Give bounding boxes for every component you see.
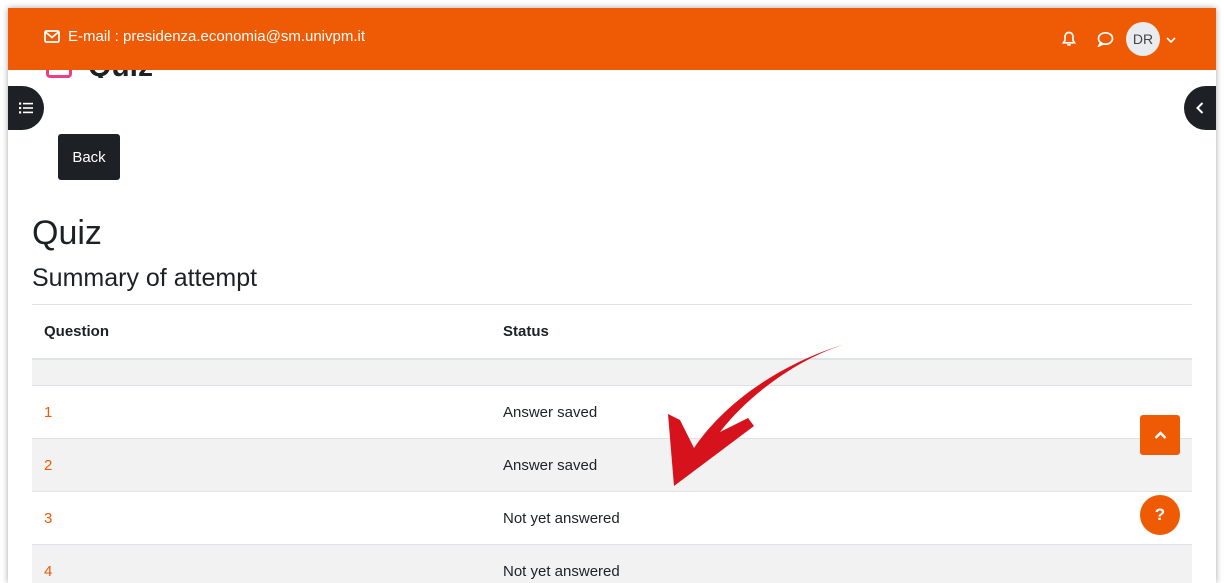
table-header-row: Question Status — [32, 304, 1192, 360]
list-icon — [19, 102, 33, 114]
table-row: 4 Not yet answered — [32, 544, 1192, 583]
browser-frame: E-mail : presidenza.economia@sm.univpm.i… — [8, 8, 1216, 583]
question-status: Not yet answered — [491, 491, 1192, 545]
page-title: Quiz — [32, 214, 102, 252]
bell-icon[interactable] — [1058, 28, 1080, 50]
annotation-arrow-icon — [668, 342, 852, 486]
question-link[interactable]: 1 — [44, 404, 52, 421]
attempt-summary-table: Question Status 1 Answer saved 2 Answer … — [32, 304, 1192, 583]
table-row: 3 Not yet answered — [32, 491, 1192, 545]
top-navbar: E-mail : presidenza.economia@sm.univpm.i… — [8, 8, 1216, 70]
course-index-toggle[interactable] — [8, 86, 44, 130]
back-to-top-button[interactable] — [1140, 415, 1180, 455]
chevron-up-icon — [1154, 431, 1166, 439]
table-row: 2 Answer saved — [32, 438, 1192, 492]
contact-email[interactable]: E-mail : presidenza.economia@sm.univpm.i… — [44, 28, 365, 45]
column-header-question: Question — [32, 304, 491, 360]
user-avatar[interactable]: DR — [1126, 22, 1160, 56]
help-button[interactable]: ? — [1140, 495, 1180, 535]
summary-heading: Summary of attempt — [32, 264, 258, 292]
question-link[interactable]: 2 — [44, 457, 52, 474]
block-drawer-toggle[interactable] — [1184, 86, 1216, 130]
chevron-left-icon — [1196, 102, 1204, 114]
chevron-down-icon[interactable] — [1166, 32, 1176, 46]
question-link[interactable]: 4 — [44, 563, 52, 580]
back-button[interactable]: Back — [58, 134, 120, 180]
question-link[interactable]: 3 — [44, 510, 52, 527]
question-status: Not yet answered — [491, 544, 1192, 583]
envelope-icon — [44, 30, 60, 43]
chat-icon[interactable] — [1094, 28, 1116, 50]
table-row: 1 Answer saved — [32, 385, 1192, 439]
contact-email-text: E-mail : presidenza.economia@sm.univpm.i… — [68, 28, 366, 45]
section-spacer-row — [32, 358, 1192, 386]
